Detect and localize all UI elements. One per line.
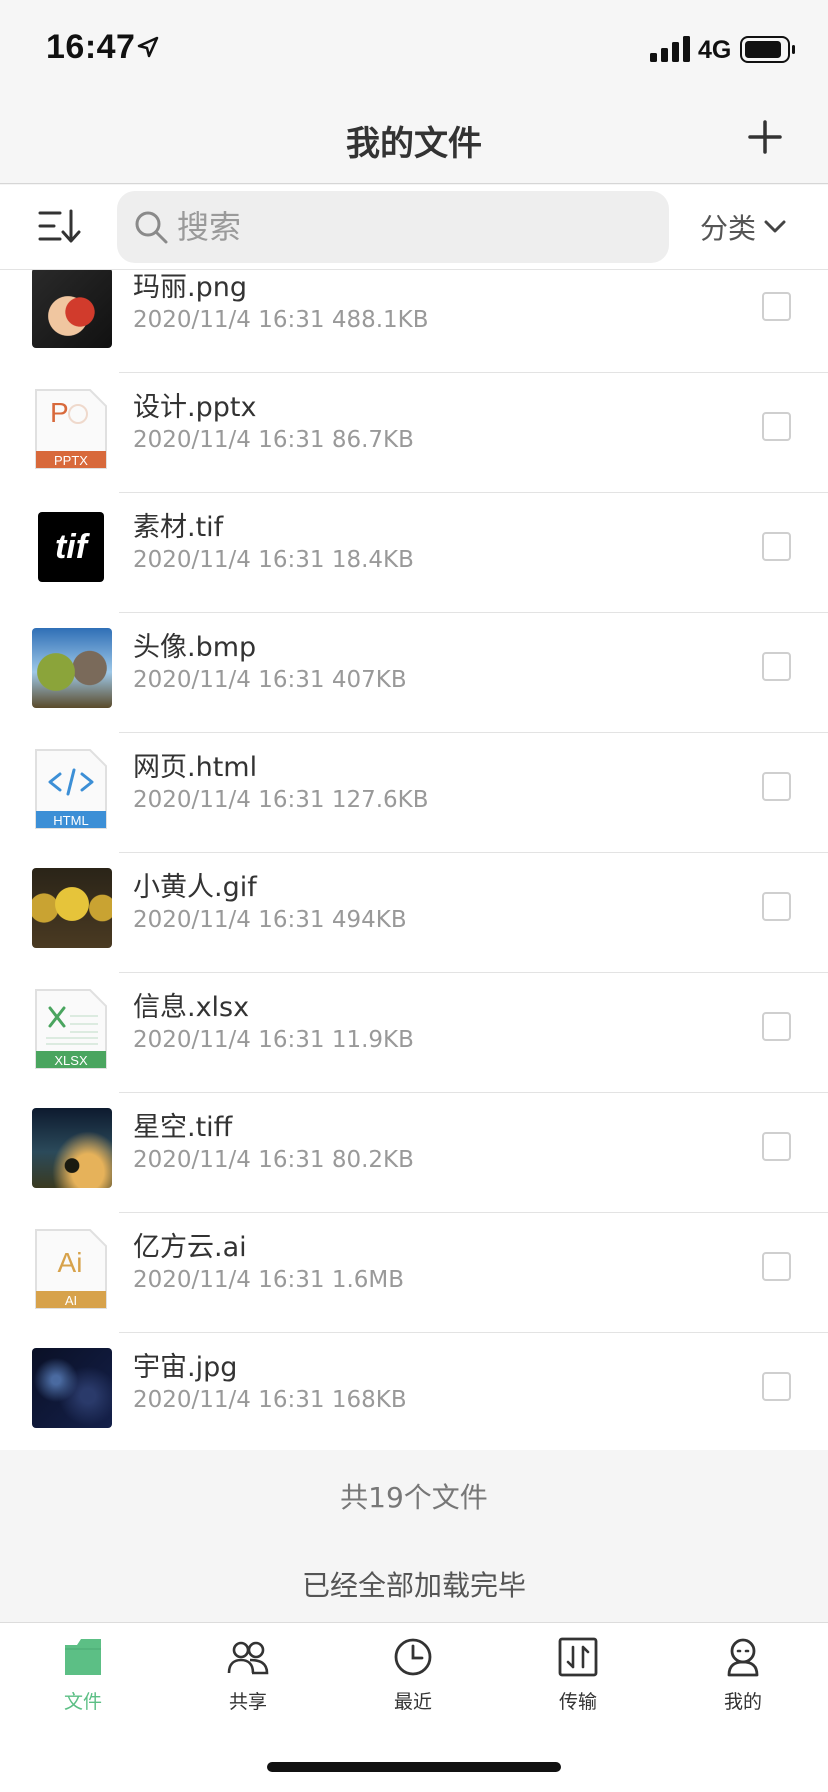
signal-icon [650,36,690,62]
file-list: 玛丽.png 2020/11/4 16:31 488.1KB P PPTX 设计… [0,270,828,1450]
svg-text:Ai: Ai [58,1247,83,1278]
tab-recent[interactable]: 最近 [358,1635,468,1745]
thumbnail-image [32,1348,112,1428]
file-badge-label: XLSX [54,1053,88,1068]
transfer-icon [558,1637,598,1677]
file-name: 信息.xlsx [133,992,250,1023]
list-item[interactable]: 宇宙.jpg 2020/11/4 16:31 168KB [0,1333,828,1450]
load-complete-text: 已经全部加载完毕 [301,1569,526,1602]
search-input[interactable] [177,191,647,263]
file-name: 小黄人.gif [133,872,257,903]
list-item[interactable]: 小黄人.gif 2020/11/4 16:31 494KB [0,853,828,973]
folder-icon [65,1639,101,1675]
thumbnail-image [32,868,112,948]
file-checkbox[interactable] [762,1372,791,1401]
status-bar: 16:47 4G [0,0,828,96]
sort-descending-icon[interactable] [38,207,82,245]
nav-bar: 我的文件 [0,96,828,184]
search-icon [135,211,168,244]
file-badge-label: tif [55,528,91,566]
file-meta: 2020/11/4 16:31 11.9KB [133,1027,414,1053]
file-meta: 2020/11/4 16:31 494KB [133,907,407,933]
tab-files[interactable]: 文件 [28,1635,138,1745]
file-checkbox[interactable] [762,1012,791,1041]
file-checkbox[interactable] [762,412,791,441]
list-item[interactable]: Ai AI 亿方云.ai 2020/11/4 16:31 1.6MB [0,1213,828,1333]
chevron-down-icon [764,220,786,233]
xlsx-file-icon: XLSX [35,989,107,1069]
list-item[interactable]: XLSX 信息.xlsx 2020/11/4 16:31 11.9KB [0,973,828,1093]
page-title: 我的文件 [346,124,482,164]
tab-me[interactable]: 我的 [688,1635,798,1745]
location-arrow-icon [137,36,159,58]
tab-transfer[interactable]: 传输 [523,1635,633,1745]
file-meta: 2020/11/4 16:31 18.4KB [133,547,414,573]
tab-label: 最近 [393,1691,432,1713]
svg-text:P: P [50,397,69,428]
file-checkbox[interactable] [762,772,791,801]
person-icon [727,1638,759,1677]
list-footer: 共19个文件 已经全部加载完毕 [0,1450,828,1622]
thumbnail-image [32,270,112,348]
file-meta: 2020/11/4 16:31 80.2KB [133,1147,414,1173]
clock-icon [394,1638,432,1676]
file-checkbox[interactable] [762,1132,791,1161]
toolbar: 分类 [0,185,828,270]
file-name: 星空.tiff [133,1112,233,1143]
thumbnail-image [32,628,112,708]
status-time: 16:47 [46,28,136,66]
file-meta: 2020/11/4 16:31 488.1KB [133,307,429,333]
category-label: 分类 [700,212,757,245]
category-button[interactable]: 分类 [700,205,786,249]
file-checkbox[interactable] [762,1252,791,1281]
plus-icon[interactable] [748,120,782,154]
file-name: 宇宙.jpg [133,1352,238,1383]
battery-icon [740,36,795,63]
list-item[interactable]: 星空.tiff 2020/11/4 16:31 80.2KB [0,1093,828,1213]
network-type: 4G [698,36,732,64]
file-checkbox[interactable] [762,292,791,321]
tab-label: 我的 [723,1691,762,1713]
search-box[interactable] [117,191,669,263]
file-badge-label: HTML [53,813,88,828]
file-name: 网页.html [133,752,258,783]
list-item[interactable]: tif 素材.tif 2020/11/4 16:31 18.4KB [0,493,828,613]
html-file-icon: HTML [35,749,107,829]
file-checkbox[interactable] [762,532,791,561]
list-item[interactable]: 头像.bmp 2020/11/4 16:31 407KB [0,613,828,733]
list-item[interactable]: HTML 网页.html 2020/11/4 16:31 127.6KB [0,733,828,853]
file-name: 设计.pptx [133,392,257,423]
file-badge-label: AI [65,1293,77,1308]
ai-file-icon: Ai AI [35,1229,107,1309]
file-name: 亿方云.ai [133,1232,247,1263]
tab-label: 共享 [228,1691,267,1713]
people-icon [227,1641,269,1675]
file-checkbox[interactable] [762,892,791,921]
file-count: 共19个文件 [340,1481,488,1514]
list-item[interactable]: 玛丽.png 2020/11/4 16:31 488.1KB [0,270,828,373]
tif-file-icon: tif [38,512,104,582]
file-meta: 2020/11/4 16:31 127.6KB [133,787,429,813]
file-badge-label: PPTX [54,453,88,468]
tab-label: 传输 [558,1691,597,1713]
tab-label: 文件 [63,1691,102,1713]
list-item[interactable]: P PPTX 设计.pptx 2020/11/4 16:31 86.7KB [0,373,828,493]
file-name: 头像.bmp [133,632,257,663]
file-meta: 2020/11/4 16:31 1.6MB [133,1267,405,1293]
file-name: 玛丽.png [133,272,247,303]
pptx-file-icon: P PPTX [35,389,107,469]
file-meta: 2020/11/4 16:31 86.7KB [133,427,414,453]
file-meta: 2020/11/4 16:31 168KB [133,1387,407,1413]
thumbnail-image [32,1108,112,1188]
tab-share[interactable]: 共享 [193,1635,303,1745]
file-checkbox[interactable] [762,652,791,681]
file-meta: 2020/11/4 16:31 407KB [133,667,407,693]
home-indicator[interactable] [267,1762,561,1772]
file-name: 素材.tif [133,512,224,543]
